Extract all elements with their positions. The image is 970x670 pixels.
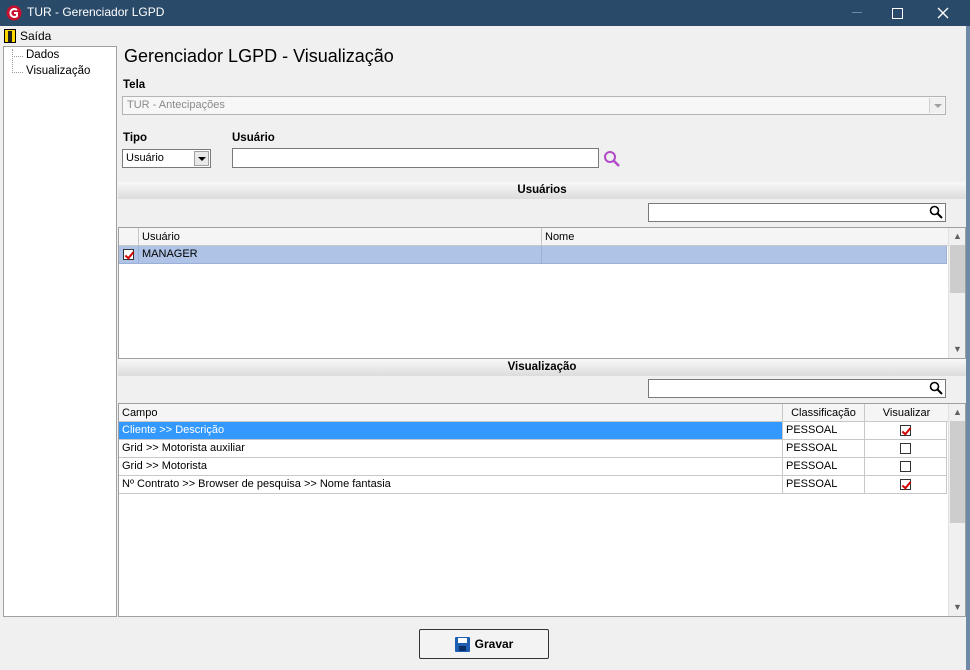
cell-campo: Nº Contrato >> Browser de pesquisa >> No… (119, 476, 783, 494)
cell-visualizar (865, 440, 947, 458)
exit-door-icon (4, 29, 16, 43)
cell-visualizar (865, 458, 947, 476)
tree-item-visualizacao[interactable]: Visualização (12, 65, 90, 77)
scroll-up-icon[interactable]: ▲ (949, 228, 965, 245)
cell-campo: Cliente >> Descrição (119, 422, 783, 440)
cell-nome (542, 246, 947, 264)
window-title: TUR - Gerenciador LGPD (27, 5, 165, 19)
scroll-up-icon[interactable]: ▲ (949, 404, 965, 421)
visualizacao-filter-input[interactable] (648, 379, 946, 398)
app-logo-icon (6, 5, 22, 21)
cell-visualizar (865, 422, 947, 440)
table-row[interactable]: Grid >> Motorista PESSOAL (119, 458, 947, 476)
grid-header: Usuário Nome (119, 228, 949, 246)
table-row[interactable]: Cliente >> Descrição PESSOAL (119, 422, 947, 440)
search-icon[interactable] (929, 205, 943, 219)
column-select (119, 228, 139, 246)
vertical-scrollbar[interactable]: ▲ ▼ (948, 404, 965, 616)
tipo-select[interactable]: Usuário (122, 149, 211, 168)
usuarios-section-header: Usuários (118, 182, 966, 199)
save-button-label: Gravar (474, 637, 514, 651)
search-icon[interactable] (929, 381, 943, 395)
close-button[interactable] (924, 0, 964, 26)
scroll-down-icon[interactable]: ▼ (949, 341, 965, 358)
cell-classificacao: PESSOAL (783, 440, 865, 458)
visualizacao-grid: Campo Classificação Visualizar Cliente >… (118, 403, 966, 617)
chevron-down-icon[interactable] (194, 151, 209, 166)
tree-item-dados[interactable]: Dados (12, 49, 59, 61)
menu-bar (0, 26, 970, 46)
visualizar-checkbox[interactable] (900, 425, 911, 436)
visualizar-checkbox[interactable] (900, 461, 911, 472)
scroll-down-icon[interactable]: ▼ (949, 599, 965, 616)
tipo-select-value: Usuário (126, 152, 164, 164)
chevron-down-icon[interactable] (929, 98, 944, 113)
cell-visualizar (865, 476, 947, 494)
table-row[interactable]: MANAGER (119, 246, 947, 264)
row-checkbox[interactable] (123, 249, 134, 260)
minimize-button[interactable] (848, 0, 878, 26)
cell-campo: Grid >> Motorista (119, 458, 783, 476)
column-nome[interactable]: Nome (542, 228, 949, 246)
save-button[interactable]: Gravar (419, 629, 549, 659)
tela-label: Tela (123, 79, 146, 91)
visualizar-checkbox[interactable] (900, 479, 911, 490)
floppy-disk-icon (454, 636, 470, 652)
tipo-label: Tipo (123, 132, 148, 144)
menu-item-exit-label: Saída (20, 29, 52, 43)
menu-item-exit[interactable]: Saída (4, 27, 51, 45)
table-row[interactable]: Nº Contrato >> Browser de pesquisa >> No… (119, 476, 947, 494)
window-border (966, 26, 970, 670)
visualizacao-section-header: Visualização (118, 359, 966, 376)
table-row[interactable]: Grid >> Motorista auxiliar PESSOAL (119, 440, 947, 458)
cell-classificacao: PESSOAL (783, 422, 865, 440)
visualizar-checkbox[interactable] (900, 443, 911, 454)
page-title: Gerenciador LGPD - Visualização (124, 46, 394, 66)
usuario-input[interactable] (232, 148, 599, 168)
cell-usuario: MANAGER (139, 246, 542, 264)
magnifier-icon[interactable] (602, 150, 622, 168)
usuario-label: Usuário (232, 132, 275, 144)
usuarios-grid: Usuário Nome MANAGER ▲ ▼ (118, 227, 966, 359)
tela-select[interactable]: TUR - Antecipações (122, 96, 946, 115)
row-checkbox-cell (119, 246, 139, 264)
tela-select-value: TUR - Antecipações (127, 99, 225, 111)
column-visualizar[interactable]: Visualizar (865, 404, 949, 422)
vertical-scrollbar[interactable]: ▲ ▼ (948, 228, 965, 358)
scroll-thumb[interactable] (950, 421, 965, 523)
column-classificacao[interactable]: Classificação (783, 404, 865, 422)
column-campo[interactable]: Campo (119, 404, 783, 422)
navigation-tree: Dados Visualização (3, 46, 117, 617)
cell-classificacao: PESSOAL (783, 476, 865, 494)
scroll-thumb[interactable] (950, 245, 965, 293)
maximize-button[interactable] (880, 0, 914, 26)
column-usuario[interactable]: Usuário (139, 228, 542, 246)
cell-classificacao: PESSOAL (783, 458, 865, 476)
cell-campo: Grid >> Motorista auxiliar (119, 440, 783, 458)
grid-header: Campo Classificação Visualizar (119, 404, 949, 422)
close-icon (937, 7, 949, 19)
usuarios-filter-input[interactable] (648, 203, 946, 222)
